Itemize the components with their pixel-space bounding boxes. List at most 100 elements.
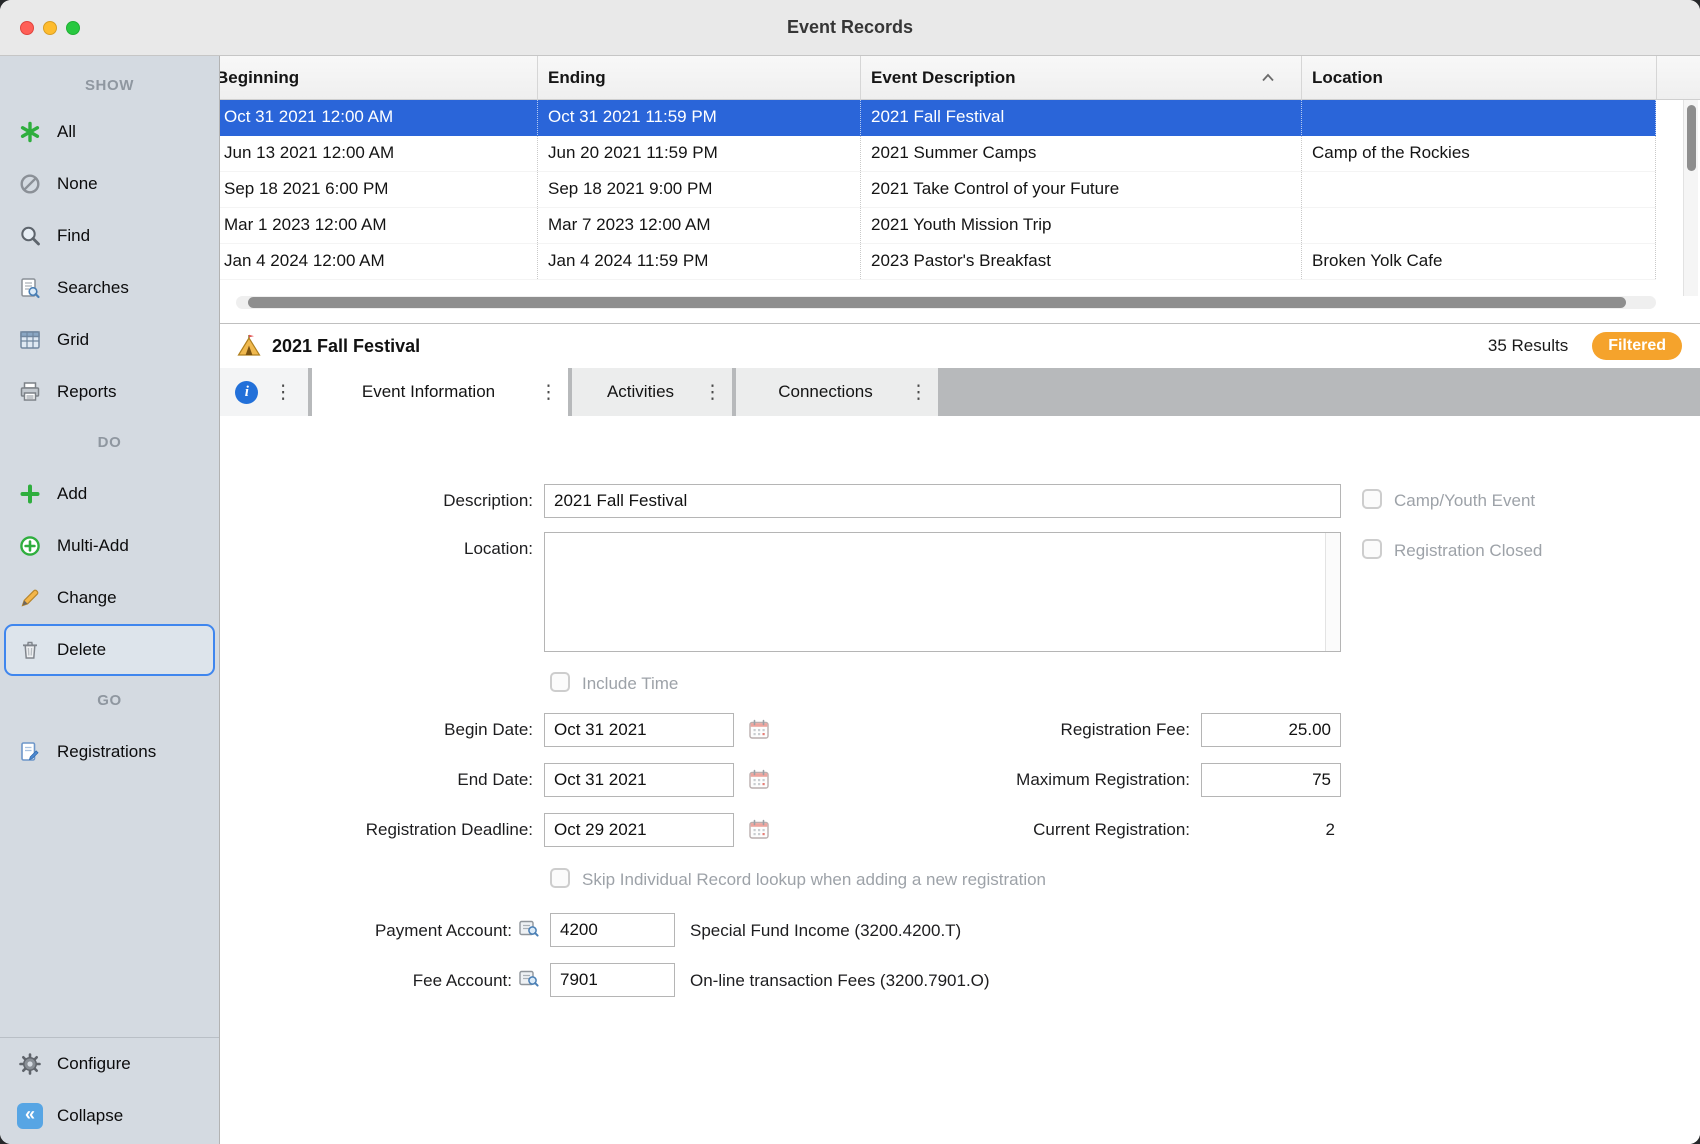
end-date-calendar-icon[interactable]	[747, 768, 771, 792]
location-field[interactable]	[544, 532, 1341, 652]
cell-beginning: Sep 18 2021 6:00 PM	[220, 172, 537, 207]
include-time-checkbox[interactable]	[550, 672, 570, 692]
gear-icon	[16, 1052, 44, 1076]
include-time-label: Include Time	[582, 674, 678, 694]
zoom-window-button[interactable]	[66, 21, 80, 35]
horizontal-scrollbar[interactable]	[236, 296, 1656, 309]
end-date-input[interactable]	[544, 763, 734, 797]
document-magnifier-icon	[16, 276, 44, 300]
maximum-registration-input[interactable]	[1201, 763, 1341, 797]
table-row[interactable]: Jan 4 2024 12:00 AM Jan 4 2024 11:59 PM …	[220, 244, 1656, 280]
tab-bar: i ⋮ Event Information ⋮ Activities ⋮ Con…	[220, 368, 1700, 416]
tab-menu-ellipsis-icon[interactable]: ⋮	[703, 383, 722, 402]
printer-icon	[16, 380, 44, 404]
sidebar-item-label: Configure	[57, 1054, 131, 1074]
sidebar-item-delete[interactable]: Delete	[4, 624, 215, 676]
sidebar-item-grid[interactable]: Grid	[0, 314, 219, 366]
location-label: Location:	[220, 539, 533, 559]
sidebar-item-configure[interactable]: Configure	[0, 1038, 219, 1090]
sidebar-item-label: Grid	[57, 330, 89, 350]
horizontal-scrollbar-thumb[interactable]	[248, 297, 1626, 308]
registration-deadline-input[interactable]	[544, 813, 734, 847]
sidebar-item-find[interactable]: Find	[0, 210, 219, 262]
table-row[interactable]: Mar 1 2023 12:00 AM Mar 7 2023 12:00 AM …	[220, 208, 1656, 244]
registration-fee-input[interactable]	[1201, 713, 1341, 747]
current-registration-value: 2	[1201, 820, 1335, 840]
segment-menu-ellipsis-icon[interactable]: ⋮	[274, 383, 293, 402]
sidebar-item-label: Change	[57, 588, 117, 608]
tab-connections[interactable]: Connections ⋮	[736, 368, 938, 416]
fee-account-lookup-icon[interactable]	[518, 967, 540, 989]
registration-closed-checkbox[interactable]	[1362, 539, 1382, 559]
cell-beginning: Mar 1 2023 12:00 AM	[220, 208, 537, 243]
fee-account-label: Fee Account:	[220, 971, 512, 991]
cell-event-description: 2023 Pastor's Breakfast	[860, 244, 1301, 279]
sidebar-item-searches[interactable]: Searches	[0, 262, 219, 314]
sidebar-item-none[interactable]: None	[0, 158, 219, 210]
sidebar-item-multi-add[interactable]: Multi-Add	[0, 520, 219, 572]
payment-account-lookup-icon[interactable]	[518, 917, 540, 939]
minimize-window-button[interactable]	[43, 21, 57, 35]
payment-account-input[interactable]	[550, 913, 675, 947]
results-count: 35 Results	[1488, 336, 1568, 356]
pencil-icon	[16, 586, 44, 610]
column-label: Beginning	[220, 68, 299, 88]
column-header-event-description[interactable]: Event Description	[860, 56, 1301, 99]
description-input[interactable]	[544, 484, 1341, 518]
tab-activities[interactable]: Activities ⋮	[572, 368, 732, 416]
table-row[interactable]: Sep 18 2021 6:00 PM Sep 18 2021 9:00 PM …	[220, 172, 1656, 208]
traffic-lights	[20, 0, 80, 55]
magnifier-icon	[16, 224, 44, 248]
sidebar-item-reports[interactable]: Reports	[0, 366, 219, 418]
close-window-button[interactable]	[20, 21, 34, 35]
fee-account-input[interactable]	[550, 963, 675, 997]
tab-event-information[interactable]: Event Information ⋮	[312, 368, 568, 416]
trash-icon	[16, 638, 44, 662]
sidebar-item-change[interactable]: Change	[0, 572, 219, 624]
sidebar-item-collapse[interactable]: « Collapse	[0, 1090, 219, 1142]
sidebar-section-do-title: DO	[0, 418, 219, 468]
record-info-segment[interactable]: i ⋮	[220, 368, 308, 416]
sidebar-item-registrations[interactable]: Registrations	[0, 726, 219, 778]
info-icon[interactable]: i	[235, 381, 258, 404]
circled-plus-icon	[16, 534, 44, 558]
cell-ending: Jun 20 2021 11:59 PM	[537, 136, 860, 171]
record-header: 2021 Fall Festival 35 Results Filtered	[220, 324, 1700, 368]
tab-menu-ellipsis-icon[interactable]: ⋮	[539, 383, 558, 402]
end-date-label: End Date:	[220, 770, 533, 790]
current-registration-label: Current Registration:	[877, 820, 1190, 840]
vertical-scrollbar-thumb[interactable]	[1687, 105, 1696, 171]
table-row[interactable]: Jun 13 2021 12:00 AM Jun 20 2021 11:59 P…	[220, 136, 1656, 172]
sidebar-item-label: Registrations	[57, 742, 156, 762]
main-panel: Beginning Ending Event Description Locat…	[220, 56, 1700, 1144]
column-label: Location	[1312, 68, 1383, 88]
cell-event-description: 2021 Youth Mission Trip	[860, 208, 1301, 243]
begin-date-input[interactable]	[544, 713, 734, 747]
sidebar-item-add[interactable]: Add	[0, 468, 219, 520]
camp-youth-event-checkbox[interactable]	[1362, 489, 1382, 509]
begin-date-calendar-icon[interactable]	[747, 718, 771, 742]
sidebar-item-label: Find	[57, 226, 90, 246]
column-header-ending[interactable]: Ending	[537, 56, 860, 99]
table-row[interactable]: Oct 31 2021 12:00 AM Oct 31 2021 11:59 P…	[220, 100, 1656, 136]
location-scrollbar-gutter[interactable]	[1325, 533, 1340, 651]
registration-deadline-label: Registration Deadline:	[220, 820, 533, 840]
cell-ending: Sep 18 2021 9:00 PM	[537, 172, 860, 207]
cell-ending: Mar 7 2023 12:00 AM	[537, 208, 860, 243]
tab-label: Event Information	[328, 382, 529, 402]
camp-youth-event-label: Camp/Youth Event	[1394, 491, 1535, 511]
skip-lookup-checkbox[interactable]	[550, 868, 570, 888]
registration-fee-label: Registration Fee:	[877, 720, 1190, 740]
registration-deadline-calendar-icon[interactable]	[747, 818, 771, 842]
sidebar-item-all[interactable]: All	[0, 106, 219, 158]
vertical-scrollbar[interactable]	[1683, 100, 1698, 296]
filtered-badge[interactable]: Filtered	[1592, 332, 1682, 360]
tab-menu-ellipsis-icon[interactable]: ⋮	[909, 383, 928, 402]
record-title: 2021 Fall Festival	[272, 336, 420, 357]
column-header-beginning[interactable]: Beginning	[220, 56, 537, 99]
column-header-location[interactable]: Location	[1301, 56, 1656, 99]
payment-account-label: Payment Account:	[220, 921, 512, 941]
location-textarea[interactable]	[545, 533, 1325, 651]
column-label: Event Description	[871, 68, 1016, 88]
tab-label: Activities	[588, 382, 693, 402]
